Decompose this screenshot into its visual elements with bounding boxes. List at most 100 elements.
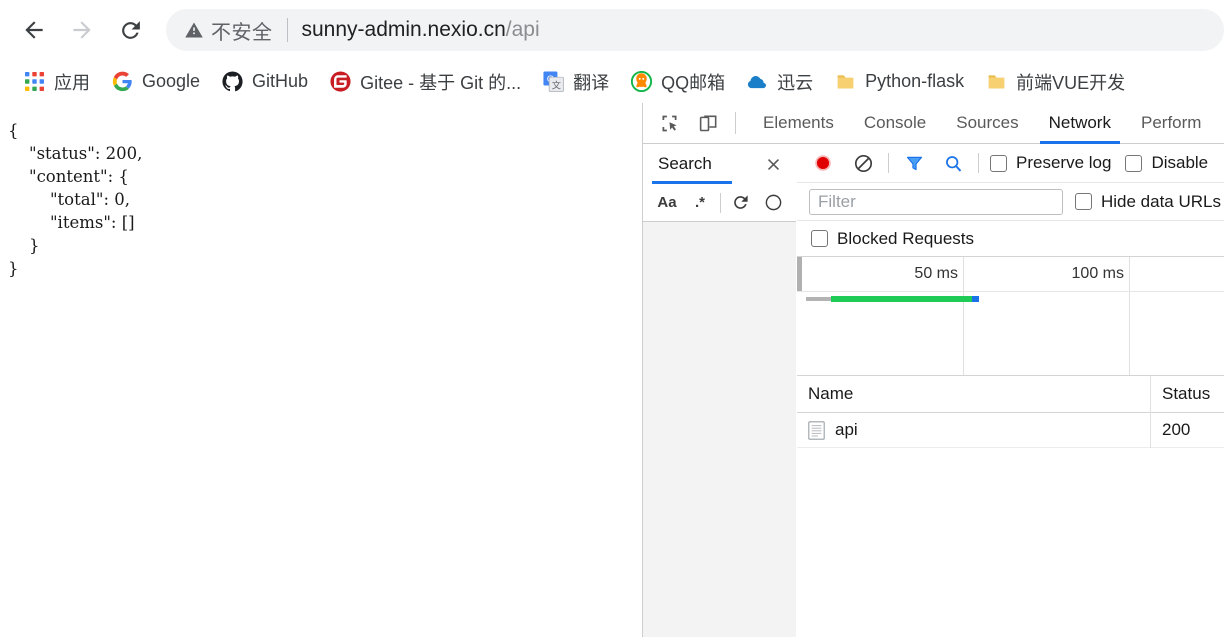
toolbar-divider — [888, 153, 889, 173]
hide-data-urls-checkbox[interactable]: Hide data URLs — [1074, 191, 1221, 212]
bookmarks-bar: 应用 Google GitHub Gitee - 基于 Git 的... 文 翻… — [0, 60, 1224, 103]
network-overview-timeline[interactable]: 50 ms 100 ms — [797, 257, 1224, 376]
security-status-chip[interactable]: 不安全 — [184, 16, 273, 45]
request-status-label: 200 — [1162, 420, 1191, 439]
tab-label: Sources — [956, 113, 1019, 132]
requests-table-header: Name Status — [797, 375, 1224, 413]
request-name-cell[interactable]: api — [797, 412, 1151, 448]
arrow-right-icon — [73, 21, 91, 39]
bookmark-label: Gitee - 基于 Git 的... — [360, 72, 522, 93]
bookmark-gitee[interactable]: Gitee - 基于 Git 的... — [324, 67, 527, 97]
bookmark-github[interactable]: GitHub — [216, 67, 314, 97]
bookmark-vue-frontend[interactable]: 前端VUE开发 — [980, 67, 1131, 97]
filter-input[interactable]: Filter — [809, 188, 1063, 215]
request-status-cell[interactable]: 200 — [1151, 413, 1224, 448]
folder-icon — [986, 71, 1007, 92]
url-domain: sunny-admin.nexio.cn — [301, 18, 506, 41]
timeline-tick-100ms: 100 ms — [1071, 265, 1124, 282]
timeline-bar-load-event — [972, 296, 979, 302]
toggle-filter-button[interactable] — [900, 149, 928, 177]
back-button[interactable] — [14, 10, 54, 50]
column-header-name[interactable]: Name — [797, 375, 1151, 413]
bookmark-python-flask[interactable]: Python-flask — [829, 67, 970, 97]
browser-navigation-bar: 不安全 sunny-admin.nexio.cn/api — [0, 0, 1224, 60]
bookmark-label: 前端VUE开发 — [1016, 72, 1126, 93]
bookmark-label: 翻译 — [573, 72, 610, 93]
disable-cache-checkbox[interactable]: Disable — [1125, 153, 1208, 173]
bookmark-qq-mail[interactable]: QQ邮箱 — [625, 67, 731, 97]
timeline-gridline — [1129, 257, 1130, 375]
url-text[interactable]: sunny-admin.nexio.cn/api — [302, 18, 540, 42]
search-refresh-button[interactable] — [727, 190, 753, 216]
network-blocked-toolbar: Blocked Requests — [797, 221, 1224, 257]
tab-label: Network — [1048, 113, 1111, 132]
table-row[interactable]: api 200 — [797, 412, 1224, 448]
omnibox-divider — [286, 18, 288, 42]
funnel-filter-icon — [906, 156, 922, 170]
devtools-search-panel: Search Aa .* — [643, 144, 796, 637]
column-header-status[interactable]: Status — [1151, 376, 1224, 413]
tab-console[interactable]: Console — [849, 103, 941, 144]
device-toolbar-button[interactable] — [693, 108, 723, 138]
bookmark-label: QQ邮箱 — [661, 72, 726, 93]
regex-label: .* — [694, 194, 705, 211]
requests-table-body: api 200 — [797, 412, 1224, 448]
search-panel-header[interactable]: Search — [643, 144, 796, 184]
apps-grid-icon — [24, 71, 45, 92]
bookmark-translate[interactable]: G 文 翻译 — [537, 67, 615, 97]
preserve-log-label: Preserve log — [1016, 153, 1112, 172]
bookmark-google[interactable]: Google — [106, 67, 206, 97]
timeline-left-handle[interactable] — [797, 257, 802, 291]
preserve-log-checkbox[interactable]: Preserve log — [990, 153, 1111, 173]
url-path: /api — [505, 18, 540, 41]
forward-button[interactable] — [62, 10, 102, 50]
devtools-tabstrip: Elements Console Sources Network Perform — [643, 103, 1224, 144]
toolbar-divider — [720, 192, 721, 213]
search-results-list — [643, 222, 796, 637]
match-case-label: Aa — [657, 194, 677, 211]
tab-label: Perform — [1140, 113, 1202, 132]
blocked-requests-label: Blocked Requests — [837, 228, 975, 248]
regex-button[interactable]: .* — [687, 190, 713, 216]
devtools-panel: Elements Console Sources Network Perform… — [642, 103, 1224, 637]
security-status-text: 不安全 — [211, 21, 273, 44]
clear-prohibited-icon — [854, 154, 872, 172]
json-response-body: { "status": 200, "content": { "total": 0… — [8, 121, 143, 278]
record-button[interactable] — [809, 149, 837, 177]
tab-network[interactable]: Network — [1034, 103, 1126, 144]
bookmark-label: 应用 — [54, 72, 90, 93]
warning-triangle-icon — [184, 20, 204, 40]
reload-icon — [121, 20, 140, 39]
clear-requests-button[interactable] — [849, 149, 877, 177]
search-button[interactable] — [939, 149, 967, 177]
search-clear-button[interactable] — [760, 190, 786, 216]
tab-elements[interactable]: Elements — [748, 103, 849, 144]
tab-performance[interactable]: Perform — [1126, 103, 1216, 144]
document-icon — [808, 420, 825, 440]
toolbar-divider — [978, 153, 979, 173]
disable-cache-label: Disable — [1151, 153, 1209, 172]
blocked-requests-checkbox[interactable]: Blocked Requests — [811, 229, 974, 249]
gitee-icon — [330, 71, 351, 92]
search-options-toolbar: Aa .* — [643, 184, 796, 222]
network-controls-toolbar: Preserve log Disable — [797, 144, 1224, 183]
github-icon — [222, 71, 243, 92]
qq-mail-icon — [631, 71, 653, 92]
device-toolbar-icon — [699, 115, 716, 131]
bookmark-apps[interactable]: 应用 — [18, 67, 96, 97]
bookmark-label: GitHub — [252, 71, 309, 91]
checkbox-box — [1125, 154, 1143, 172]
filter-placeholder: Filter — [818, 191, 856, 211]
bookmark-label: Python-flask — [865, 71, 965, 91]
tab-sources[interactable]: Sources — [941, 103, 1033, 144]
close-icon[interactable] — [763, 154, 783, 174]
bookmark-xunyun[interactable]: 迅云 — [741, 67, 819, 97]
google-translate-icon: G 文 — [543, 71, 564, 92]
address-bar[interactable]: 不安全 sunny-admin.nexio.cn/api — [166, 9, 1224, 51]
inspect-element-button[interactable] — [654, 108, 684, 138]
arrow-left-icon — [25, 21, 43, 39]
hide-data-urls-label: Hide data URLs — [1100, 191, 1221, 211]
reload-button[interactable] — [110, 10, 150, 50]
search-panel-title: Search — [658, 154, 712, 173]
match-case-button[interactable]: Aa — [654, 190, 680, 216]
